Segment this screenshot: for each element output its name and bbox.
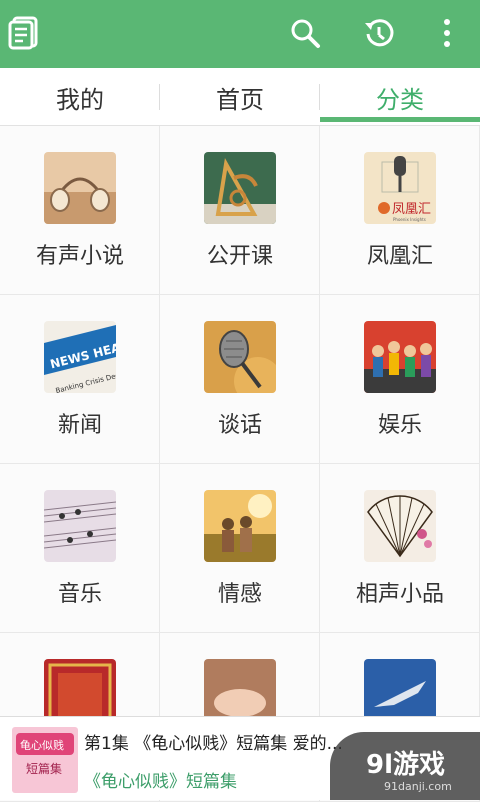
vintage-microphone-thumbnail: 凤凰汇 Phoenix Insights — [364, 152, 436, 224]
watermark-logo-text: 9l游戏 — [366, 750, 446, 780]
sunset-couple-thumbnail — [204, 490, 276, 562]
category-talk[interactable]: 谈话 — [160, 295, 320, 464]
svg-text:凤凰汇: 凤凰汇 — [392, 202, 431, 217]
album-cover-image: 龟心似贱 短篇集 — [12, 727, 78, 793]
svg-text:短篇集: 短篇集 — [26, 761, 62, 776]
history-icon[interactable] — [362, 16, 396, 50]
category-grid: 有声小说 公开课 凤凰汇 Phoenix Insights 凤凰汇 NEWS H… — [0, 126, 480, 802]
category-crosstalk[interactable]: 相声小品 — [320, 464, 480, 633]
book-list-icon[interactable] — [8, 16, 40, 50]
watermark-url: 91danji.com — [384, 780, 452, 793]
top-app-bar — [0, 0, 480, 68]
drafting-tools-thumbnail — [204, 152, 276, 224]
tab-home[interactable]: 首页 — [160, 68, 320, 126]
now-playing-title: 第1集 《龟心似贱》短篇集 爱的... — [84, 734, 343, 754]
category-label: 情感 — [217, 582, 262, 607]
svg-text:Phoenix Insights: Phoenix Insights — [393, 217, 426, 222]
category-phoenix[interactable]: 凤凰汇 Phoenix Insights 凤凰汇 — [320, 126, 480, 295]
category-entertainment[interactable]: 娱乐 — [320, 295, 480, 464]
microphone-thumbnail — [204, 321, 276, 393]
folding-fan-thumbnail — [364, 490, 436, 562]
category-label: 相声小品 — [355, 582, 444, 607]
headphones-thumbnail — [44, 152, 116, 224]
category-label: 有声小说 — [35, 244, 124, 269]
active-tab-indicator — [320, 117, 480, 122]
category-label: 音乐 — [57, 582, 102, 607]
category-news[interactable]: NEWS HEADLINES Banking Crisis Deepens 新闻 — [0, 295, 160, 464]
category-open-course[interactable]: 公开课 — [160, 126, 320, 295]
category-label: 新闻 — [57, 413, 102, 438]
news-headlines-thumbnail: NEWS HEADLINES Banking Crisis Deepens — [44, 321, 116, 393]
site-watermark: 9l游戏 91danji.com — [330, 732, 480, 800]
category-label: 谈话 — [217, 413, 262, 438]
category-label: 娱乐 — [377, 413, 422, 438]
sheet-music-thumbnail — [44, 490, 116, 562]
category-label: 凤凰汇 — [366, 244, 433, 269]
svg-text:龟心似贱: 龟心似贱 — [20, 739, 64, 752]
more-vert-icon[interactable] — [432, 16, 462, 50]
category-emotion[interactable]: 情感 — [160, 464, 320, 633]
category-audio-novel[interactable]: 有声小说 — [0, 126, 160, 295]
category-label: 公开课 — [206, 244, 273, 269]
now-playing-album: 《龟心似贱》短篇集 — [84, 772, 237, 792]
tab-mine[interactable]: 我的 — [0, 68, 160, 126]
category-music[interactable]: 音乐 — [0, 464, 160, 633]
cartoon-people-thumbnail — [364, 321, 436, 393]
search-icon[interactable] — [288, 16, 322, 50]
